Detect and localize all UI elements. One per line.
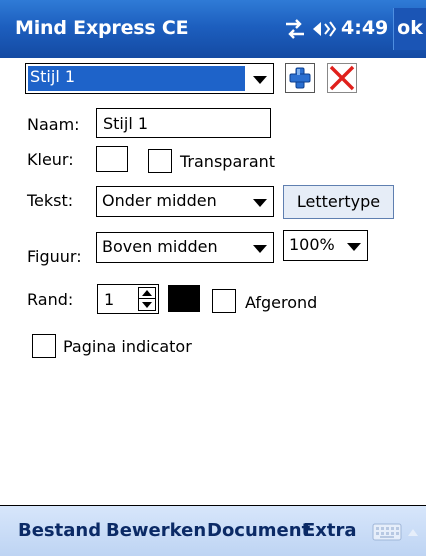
border-color-swatch[interactable]	[168, 285, 200, 312]
rand-label: Rand:	[27, 290, 74, 309]
app-title: Mind Express CE	[15, 17, 189, 39]
chevron-up-icon[interactable]	[408, 528, 418, 536]
naam-label: Naam:	[27, 115, 80, 134]
color-swatch[interactable]	[96, 146, 128, 172]
transparant-label: Transparant	[180, 152, 276, 171]
pagina-indicator-label: Pagina indicator	[63, 337, 192, 356]
zoom-select[interactable]: 100%	[283, 230, 368, 261]
menu-bestand[interactable]: Bestand	[18, 520, 101, 541]
ok-button[interactable]: ok	[393, 8, 426, 50]
connectivity-icon[interactable]	[283, 18, 307, 40]
stepper-up-icon[interactable]	[139, 288, 155, 299]
chevron-down-icon	[253, 245, 267, 253]
figuur-position-value: Boven midden	[102, 237, 218, 256]
tekst-position-select[interactable]: Onder midden	[96, 186, 274, 217]
red-x-icon	[329, 65, 355, 91]
form-area: Stijl 1 Naam: Stijl 1 Kleur: Transparant…	[0, 58, 426, 506]
naam-value: Stijl 1	[103, 114, 149, 133]
tekst-label: Tekst:	[27, 191, 74, 210]
menu-bar: Bestand Bewerken Document Extra	[0, 506, 426, 556]
figuur-label: Figuur:	[27, 247, 82, 266]
pagina-indicator-checkbox[interactable]	[32, 334, 56, 358]
menu-document[interactable]: Document	[207, 520, 310, 541]
afgerond-checkbox[interactable]	[212, 289, 236, 313]
stepper-down-icon[interactable]	[139, 299, 155, 310]
tekst-position-value: Onder midden	[102, 191, 217, 210]
add-style-button[interactable]	[285, 63, 315, 93]
chevron-down-icon	[253, 199, 267, 207]
style-select-value: Stijl 1	[30, 67, 76, 86]
rand-stepper[interactable]: 1	[97, 284, 159, 314]
transparant-checkbox[interactable]	[148, 149, 172, 173]
lettertype-button[interactable]: Lettertype	[283, 185, 394, 219]
kleur-label: Kleur:	[27, 150, 74, 169]
chevron-down-icon	[253, 76, 267, 84]
title-bar: Mind Express CE 4:49 ok	[0, 0, 426, 58]
volume-icon[interactable]	[312, 19, 338, 39]
figuur-position-select[interactable]: Boven midden	[96, 232, 274, 263]
naam-field[interactable]: Stijl 1	[96, 108, 271, 138]
menu-extra[interactable]: Extra	[303, 520, 357, 541]
zoom-value: 100%	[289, 235, 335, 254]
keyboard-icon[interactable]	[372, 523, 402, 541]
menu-bewerken[interactable]: Bewerken	[106, 520, 206, 541]
clock: 4:49	[341, 17, 389, 39]
plus-icon	[289, 67, 311, 89]
rand-value: 1	[104, 290, 115, 309]
afgerond-label: Afgerond	[245, 293, 318, 312]
stepper-buttons	[138, 287, 156, 311]
style-select[interactable]: Stijl 1	[25, 63, 274, 94]
chevron-down-icon	[347, 243, 361, 251]
delete-style-button[interactable]	[327, 63, 357, 93]
